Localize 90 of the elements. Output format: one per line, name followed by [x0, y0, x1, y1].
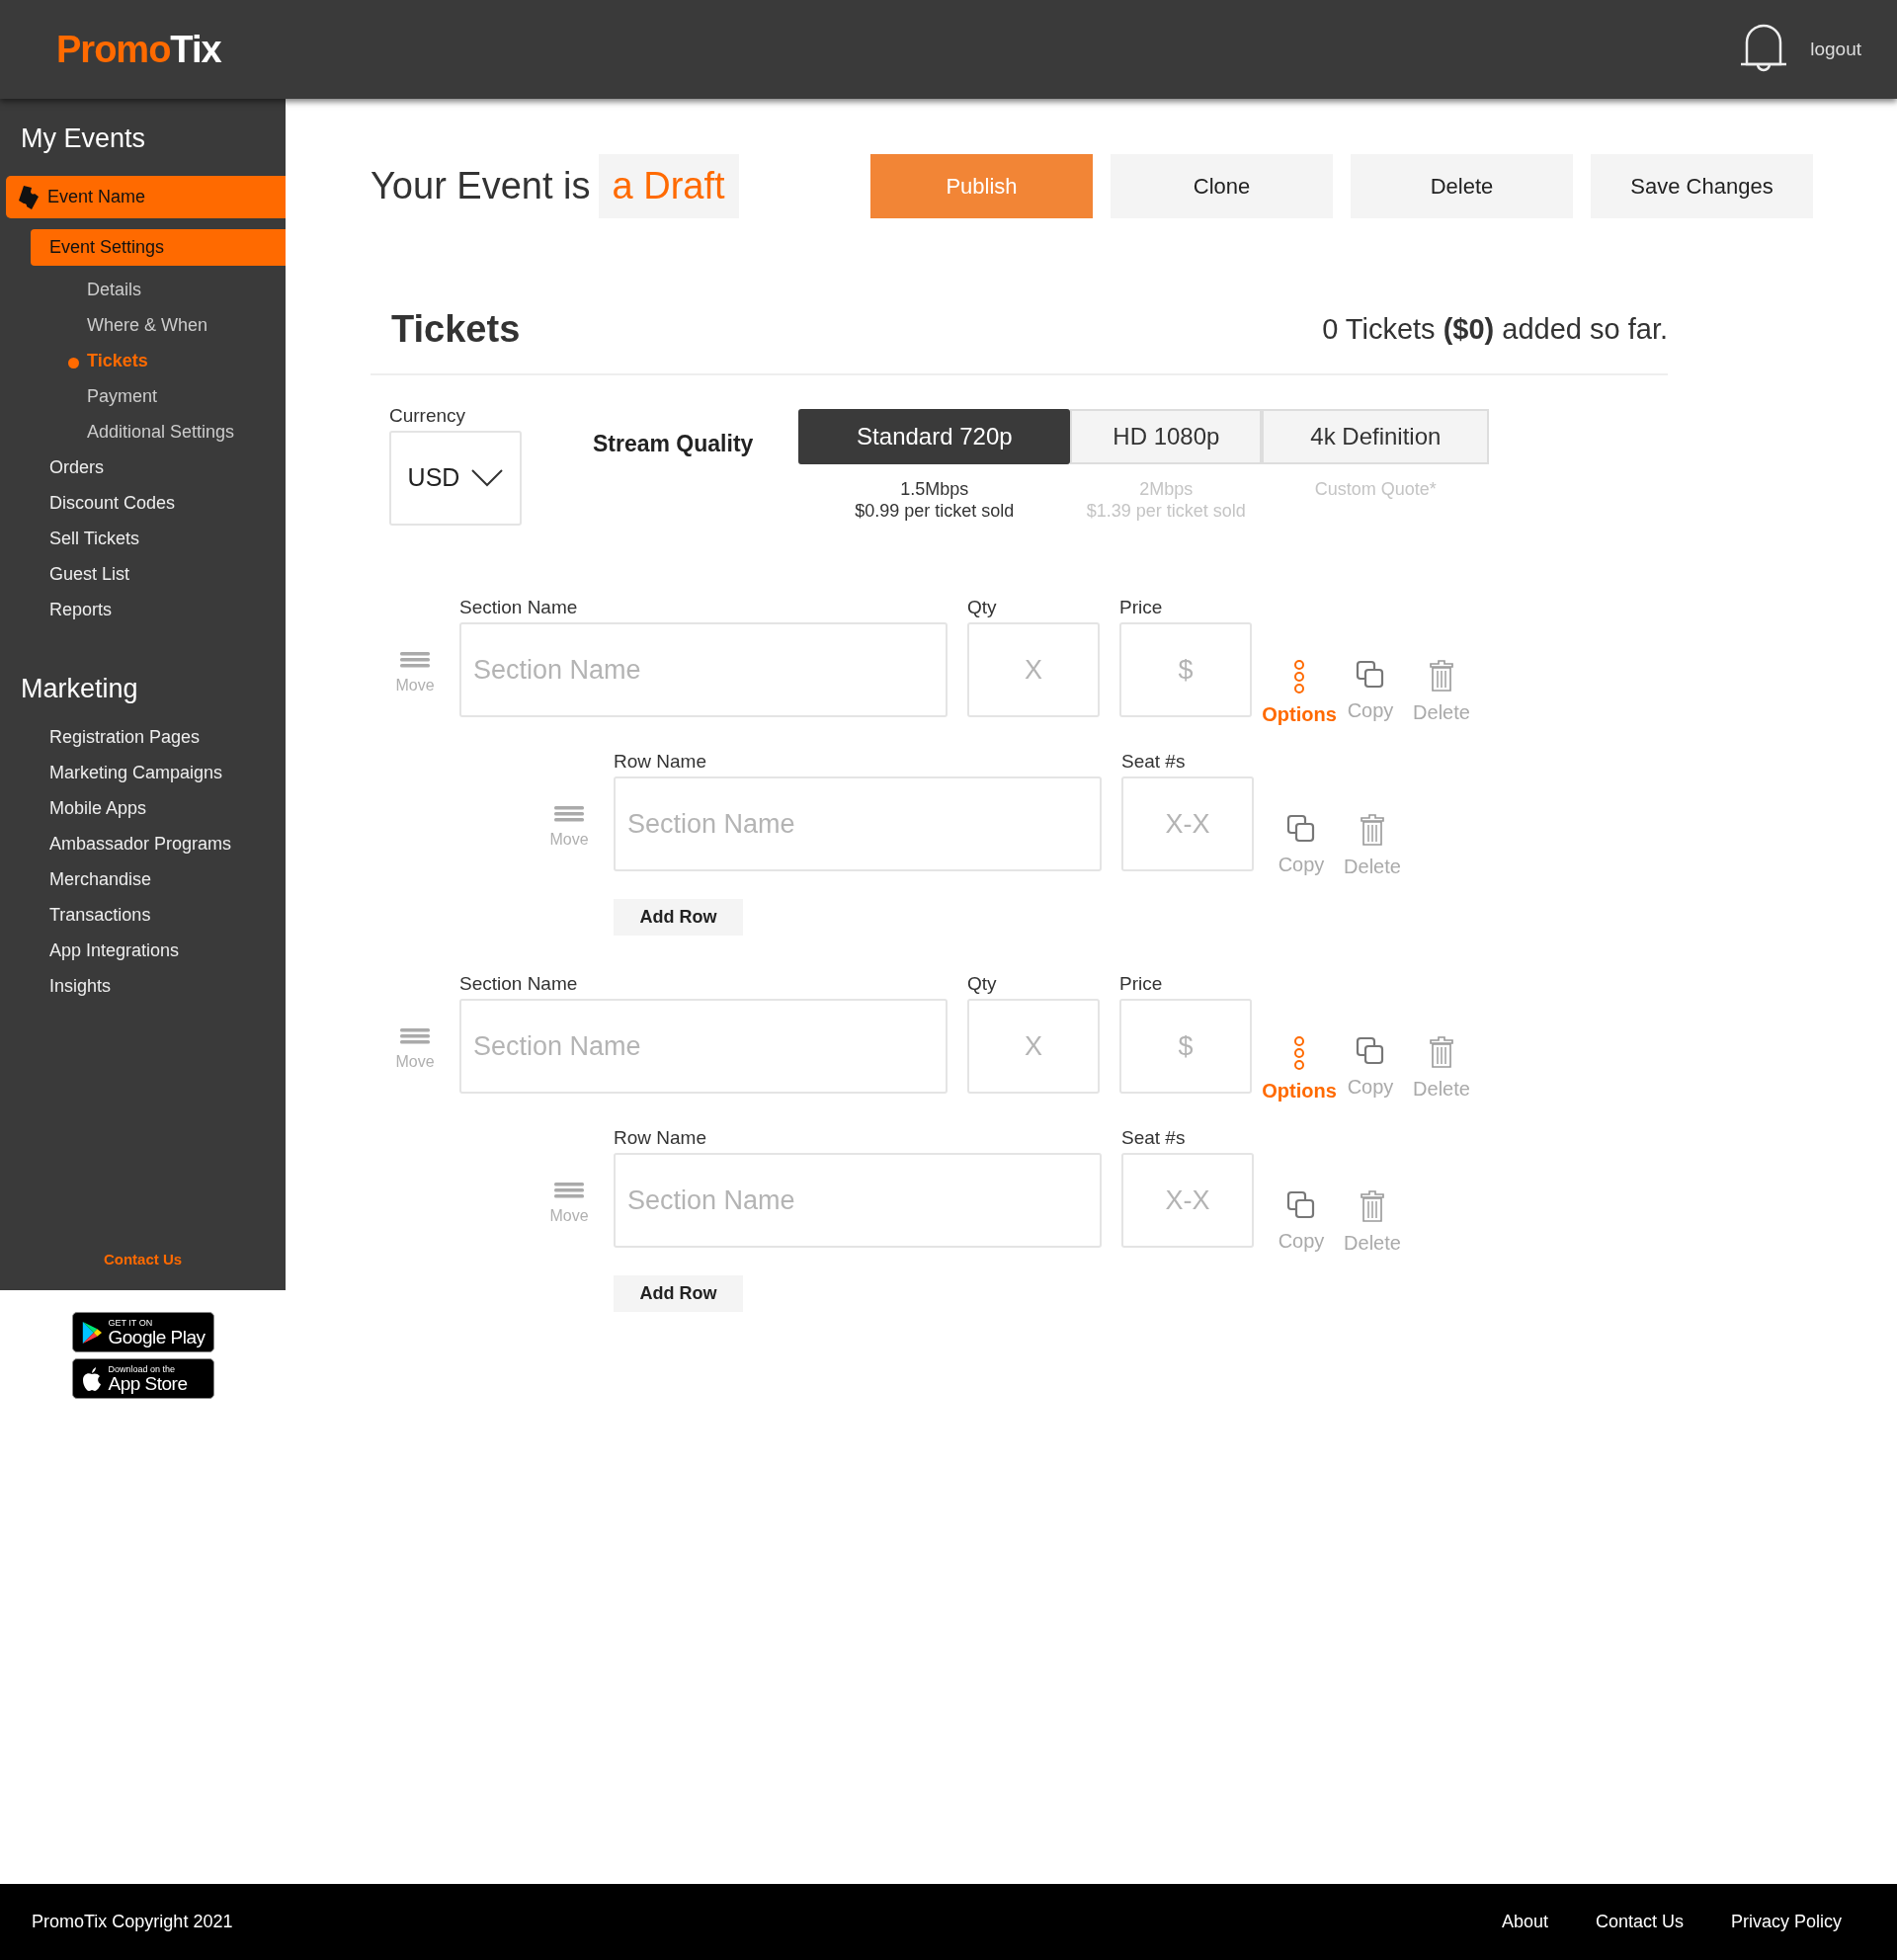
field-label: Row Name: [614, 1127, 707, 1149]
copy-icon: [1356, 1036, 1385, 1066]
status-chip: a Draft: [598, 154, 739, 218]
copyright-text: PromoTix Copyright 2021: [32, 1911, 233, 1933]
sidebar-item[interactable]: Transactions: [0, 897, 286, 932]
field-label: Price: [1119, 597, 1164, 618]
apple-icon: [80, 1365, 103, 1392]
play-icon: [80, 1319, 103, 1346]
trash-icon: [1361, 814, 1384, 846]
sidebar-item[interactable]: Mobile Apps: [0, 790, 286, 825]
action-button[interactable]: Clone: [1111, 154, 1333, 218]
action-button[interactable]: Delete: [1351, 154, 1573, 218]
sidebar-item[interactable]: Registration Pages: [0, 719, 286, 754]
input-field[interactable]: X: [967, 999, 1100, 1094]
field-label: Qty: [967, 973, 998, 995]
field-label: Section Name: [459, 973, 579, 995]
quality-tab[interactable]: 4k Definition: [1262, 409, 1490, 464]
input-field[interactable]: X-X: [1121, 1153, 1254, 1248]
input-field[interactable]: $: [1119, 622, 1252, 717]
field-label: Seat #s: [1121, 1127, 1187, 1149]
quality-tab[interactable]: HD 1080p: [1070, 409, 1263, 464]
copy-icon: [1286, 1190, 1316, 1220]
currency-select[interactable]: USD: [389, 431, 522, 526]
sidebar-heading: My Events: [20, 122, 147, 155]
sidebar-item[interactable]: Discount Codes: [0, 486, 286, 521]
options-icon: [1292, 660, 1306, 694]
input-field[interactable]: Section Name: [459, 999, 948, 1094]
copy-icon: [1356, 660, 1385, 690]
quality-note: 1.5Mbps: [899, 478, 970, 500]
footer-link[interactable]: About: [1501, 1909, 1548, 1935]
input-field[interactable]: $: [1119, 999, 1252, 1094]
section-title: Tickets: [391, 306, 521, 352]
drag-icon: [554, 1183, 584, 1198]
sidebar-subitem[interactable]: Additional Settings: [0, 415, 286, 449]
options-icon: [1292, 1036, 1306, 1070]
field-label: Stream Quality: [593, 430, 754, 458]
sidebar-item[interactable]: Reports: [0, 593, 286, 627]
sidebar-item[interactable]: Ambassador Programs: [0, 826, 286, 860]
store-badge[interactable]: Download on the App Store: [71, 1358, 214, 1399]
quality-note: 2Mbps: [1138, 478, 1195, 500]
action-button[interactable]: Save Changes: [1591, 154, 1813, 218]
copy-icon: [1286, 814, 1316, 844]
trash-icon: [1361, 1190, 1384, 1222]
logout-link[interactable]: logout: [1810, 35, 1861, 64]
status-text: Your Event is: [371, 164, 591, 208]
input-field[interactable]: X-X: [1121, 776, 1254, 871]
footer-link[interactable]: Privacy Policy: [1730, 1909, 1842, 1935]
event-item[interactable]: Event Name: [6, 176, 286, 219]
trash-icon: [1430, 1036, 1453, 1068]
quality-note: $0.99 per ticket sold: [854, 500, 1016, 522]
quality-note: Custom Quote*: [1313, 478, 1438, 500]
sidebar-item[interactable]: Event Settings: [31, 229, 286, 267]
logo: PromoTix: [56, 27, 221, 72]
field-label: Section Name: [459, 597, 579, 618]
drag-icon: [554, 806, 584, 822]
sidebar-item[interactable]: Guest List: [0, 557, 286, 592]
sidebar-subitem[interactable]: Details: [0, 273, 286, 307]
field-label: Row Name: [614, 751, 707, 773]
sidebar-item[interactable]: Sell Tickets: [0, 522, 286, 556]
quality-tab[interactable]: Standard 720p: [798, 409, 1071, 464]
field-label: Currency: [389, 405, 467, 427]
contact-link[interactable]: Contact Us: [103, 1248, 183, 1270]
sidebar-subitem[interactable]: Where & When: [0, 308, 286, 343]
sidebar-item[interactable]: Orders: [0, 450, 286, 485]
add-row-button[interactable]: Add Row: [614, 899, 743, 936]
active-dot: [68, 358, 79, 369]
sidebar-subitem[interactable]: Payment: [0, 379, 286, 414]
quality-note: $1.39 per ticket sold: [1085, 500, 1247, 522]
input-field[interactable]: X: [967, 622, 1100, 717]
footer-link[interactable]: Contact Us: [1595, 1909, 1684, 1935]
sidebar-item[interactable]: Marketing Campaigns: [0, 755, 286, 789]
sidebar-heading: Marketing: [20, 673, 139, 705]
field-label: Seat #s: [1121, 751, 1187, 773]
sidebar-item[interactable]: Merchandise: [0, 861, 286, 896]
ticket-summary: 0 Tickets ($0) added so far.: [1322, 311, 1668, 347]
input-field[interactable]: Section Name: [614, 776, 1102, 871]
input-field[interactable]: Section Name: [614, 1153, 1102, 1248]
chevron-down-icon: [471, 469, 504, 487]
store-badge[interactable]: GET IT ON Google Play: [71, 1312, 214, 1352]
sidebar-subitem[interactable]: Tickets: [0, 344, 286, 378]
ticket-icon: [18, 184, 40, 210]
field-label: Qty: [967, 597, 998, 618]
trash-icon: [1430, 660, 1453, 692]
input-field[interactable]: Section Name: [459, 622, 948, 717]
drag-icon: [400, 652, 430, 668]
sidebar-item[interactable]: App Integrations: [0, 933, 286, 967]
drag-icon: [400, 1028, 430, 1044]
add-row-button[interactable]: Add Row: [614, 1275, 743, 1312]
field-label: Price: [1119, 973, 1164, 995]
sidebar-item[interactable]: Insights: [0, 968, 286, 1003]
